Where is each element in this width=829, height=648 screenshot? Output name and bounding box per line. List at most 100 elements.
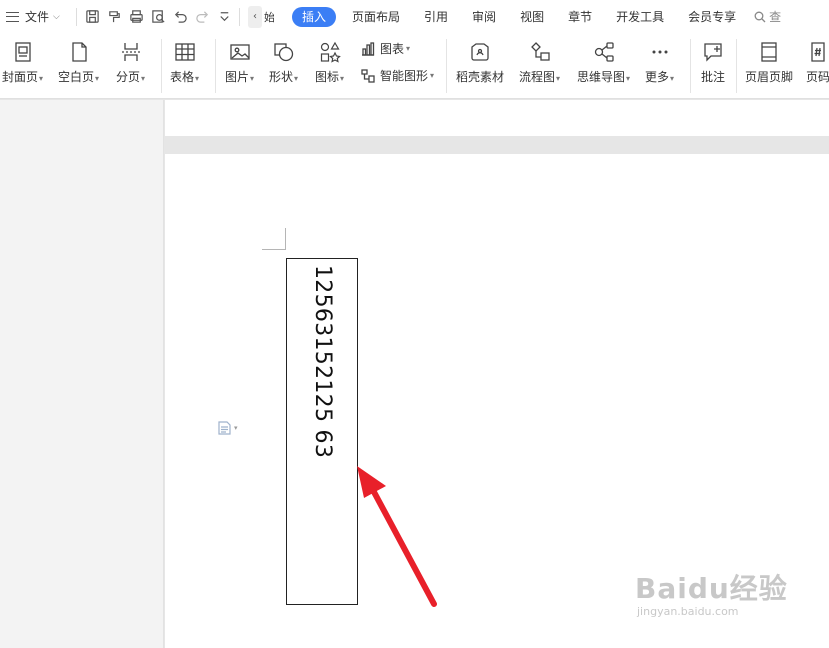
print-preview-button[interactable] [147, 6, 169, 28]
wps-writer-window: 文件 ⌵ ‹ 始 插入 页面布局 引用 审阅 视图 章节 开发工具 会员专享 查… [0, 0, 829, 648]
dropdown-arrow-icon: ▾ [39, 74, 44, 83]
undo-icon [174, 11, 187, 23]
dropdown-arrow-icon: ▾ [670, 74, 675, 83]
flowchart-icon [527, 39, 553, 65]
page-break-label: 分页 [116, 70, 141, 84]
cover-page-label: 封面页 [2, 70, 39, 84]
chart-icon [362, 41, 375, 56]
text-box-content[interactable]: 12563152125 63 [308, 265, 336, 458]
dropdown-arrow-icon: ▾ [556, 74, 561, 83]
flowchart-label: 流程图 [519, 70, 556, 84]
mind-map-button[interactable]: 思维导图▾ [577, 39, 630, 86]
table-label: 表格 [170, 70, 195, 84]
page-number-label: 页码 [805, 70, 829, 84]
redo-icon [195, 11, 208, 23]
insert-ribbon: 封面页▾ 空白页▾ 分页▾ 表格▾ 图片▾ 形状▾ 图标▾ 图表 ▾ 智能图形 … [0, 33, 829, 99]
file-menu-label: 文件 [25, 10, 50, 24]
docer-material-button[interactable]: 稻壳素材 [456, 39, 504, 84]
dropdown-arrow-icon: ▾ [141, 74, 146, 83]
page-break-icon [118, 39, 144, 65]
file-menu[interactable]: 文件 ⌵ [0, 8, 72, 25]
chart-button[interactable]: 图表 ▾ [360, 40, 410, 57]
cover-page-icon [10, 39, 36, 65]
icon-library-icon [317, 39, 343, 65]
flowchart-button[interactable]: 流程图▾ [519, 39, 560, 86]
tab-start-partial[interactable]: 始 [264, 9, 274, 25]
ribbon-divider [215, 39, 216, 93]
page-number-button[interactable]: 页码 [805, 39, 829, 84]
ribbon-divider [690, 39, 691, 93]
hamburger-icon [6, 11, 19, 22]
print-button[interactable] [125, 6, 147, 28]
picture-button[interactable]: 图片▾ [225, 39, 254, 86]
ribbon-divider [161, 39, 162, 93]
watermark-logo-text: Baidu经验 [635, 572, 788, 605]
format-painter-icon [108, 11, 120, 23]
table-icon [172, 39, 198, 65]
page-number-icon [805, 39, 829, 65]
document-icon [218, 421, 231, 435]
blank-page-label: 空白页 [58, 70, 95, 84]
dropdown-arrow-icon: ▾ [95, 74, 100, 83]
divider [239, 7, 240, 26]
dropdown-arrow-icon: ▾ [294, 74, 299, 83]
divider [76, 7, 77, 26]
comment-button[interactable]: 批注 [700, 39, 726, 84]
dropdown-arrow-icon: ▾ [250, 74, 255, 83]
ribbon-tabs: 插入 页面布局 引用 审阅 视图 章节 开发工具 会员专享 [292, 6, 748, 27]
tab-section[interactable]: 章节 [556, 7, 604, 27]
redo-button[interactable] [191, 6, 213, 28]
table-button[interactable]: 表格▾ [170, 39, 199, 86]
blank-page-button[interactable]: 空白页▾ [58, 39, 99, 86]
ribbon-divider [446, 39, 447, 93]
dropdown-arrow-icon: ▾ [195, 74, 200, 83]
baidu-jingyan-watermark: Baidu经验 jingyan.baidu.com [635, 573, 788, 619]
previous-page-bottom [165, 100, 829, 136]
tab-view[interactable]: 视图 [508, 7, 556, 27]
more-label: 更多 [645, 70, 670, 84]
tab-page-layout[interactable]: 页面布局 [340, 7, 412, 27]
mind-map-label: 思维导图 [577, 70, 626, 84]
comment-label: 批注 [700, 70, 725, 84]
format-painter-button[interactable] [103, 6, 125, 28]
smart-art-button[interactable]: 智能图形 ▾ [360, 67, 434, 84]
tab-developer[interactable]: 开发工具 [604, 7, 676, 27]
print-preview-icon [151, 10, 165, 23]
paragraph-layout-button[interactable]: ▾ [218, 421, 238, 435]
search-button[interactable]: 查 [754, 8, 781, 25]
menu-bar: 文件 ⌵ ‹ 始 插入 页面布局 引用 审阅 视图 章节 开发工具 会员专享 查 [0, 0, 829, 33]
header-footer-icon [756, 39, 782, 65]
customize-toolbar-button[interactable] [213, 6, 235, 28]
dropdown-arrow-icon: ▾ [234, 424, 238, 432]
icon-label: 图标 [315, 70, 340, 84]
tab-scroll-left-button[interactable]: ‹ [248, 5, 262, 28]
cover-page-button[interactable]: 封面页▾ [2, 39, 43, 86]
dropdown-arrow-icon: ▾ [430, 71, 435, 80]
dropdown-arrow-icon: ▾ [340, 74, 345, 83]
smart-art-icon [361, 68, 375, 83]
header-footer-button[interactable]: 页眉页脚 [745, 39, 793, 84]
save-icon [85, 10, 99, 23]
header-footer-label: 页眉页脚 [745, 70, 794, 84]
page-break-button[interactable]: 分页▾ [116, 39, 145, 86]
tab-references[interactable]: 引用 [412, 7, 460, 27]
shape-button[interactable]: 形状▾ [269, 39, 298, 86]
dropdown-arrow-icon: ▾ [626, 74, 631, 83]
icon-button[interactable]: 图标▾ [315, 39, 344, 86]
undo-button[interactable] [169, 6, 191, 28]
picture-icon [227, 39, 253, 65]
mind-map-icon [591, 39, 617, 65]
docer-material-label: 稻壳素材 [456, 70, 505, 84]
watermark-url: jingyan.baidu.com [637, 605, 739, 618]
tab-member[interactable]: 会员专享 [676, 7, 748, 27]
smart-art-label: 智能图形 [380, 69, 429, 83]
more-button[interactable]: 更多▾ [645, 39, 674, 86]
tab-review[interactable]: 审阅 [460, 7, 508, 27]
save-button[interactable] [81, 6, 103, 28]
search-icon [754, 11, 766, 22]
chevron-left-icon: ‹ [253, 11, 257, 22]
vertical-text-box[interactable]: 12563152125 63 [286, 258, 358, 605]
blank-page-icon [66, 39, 92, 65]
tab-insert[interactable]: 插入 [292, 6, 337, 27]
chart-label: 图表 [380, 42, 405, 56]
